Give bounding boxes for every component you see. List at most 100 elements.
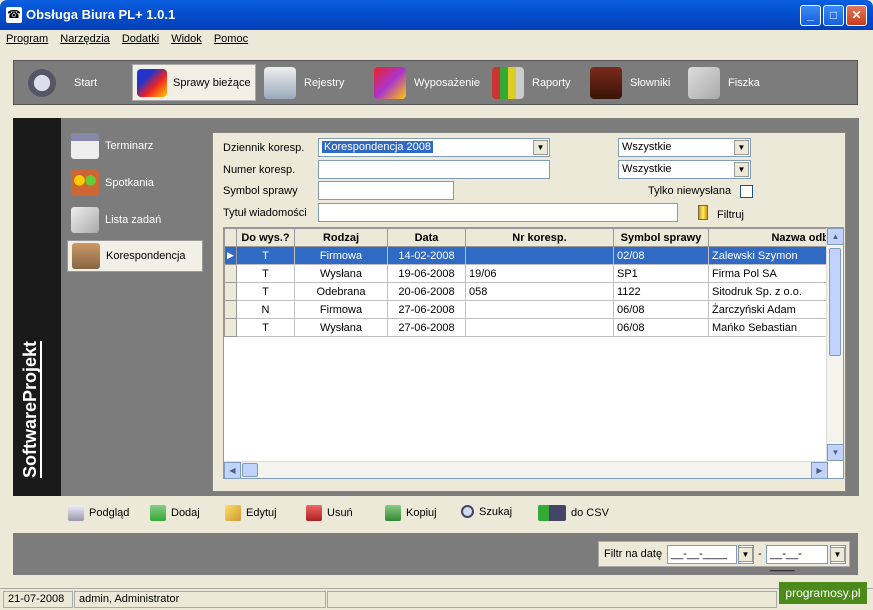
col-header-nr[interactable]: Nr koresp. <box>465 228 614 247</box>
filtruj-button[interactable]: Filtruj <box>717 209 744 221</box>
cell-data[interactable]: 27-06-2008 <box>387 318 466 337</box>
cell-do-wys[interactable]: T <box>236 264 295 283</box>
szukaj-button[interactable]: Szukaj <box>461 505 512 518</box>
tytul-input[interactable] <box>318 203 678 222</box>
nav-terminarz[interactable]: Terminarz <box>67 130 203 162</box>
filter1-select[interactable]: Wszystkie ▼ <box>618 138 751 157</box>
action-toolbar: Podgląd Dodaj Edytuj Usuń Kopiuj Szukaj … <box>61 500 661 528</box>
col-header-rodzaj[interactable]: Rodzaj <box>294 228 388 247</box>
scroll-down-icon[interactable]: ▼ <box>827 444 843 461</box>
col-header-do-wys[interactable]: Do wys.? <box>236 228 295 247</box>
col-header-data[interactable]: Data <box>387 228 466 247</box>
date-to-dropdown[interactable]: ▼ <box>830 545 846 564</box>
nav-spotkania[interactable]: Spotkania <box>67 167 203 199</box>
cell-symbol[interactable]: SP1 <box>613 264 709 283</box>
cell-symbol[interactable]: 1122 <box>613 282 709 301</box>
close-button[interactable]: ✕ <box>846 5 867 26</box>
chevron-down-icon[interactable]: ▼ <box>734 140 749 155</box>
cell-do-wys[interactable]: T <box>236 246 295 265</box>
cell-symbol[interactable]: 06/08 <box>613 300 709 319</box>
row-indicator[interactable] <box>224 318 237 337</box>
cell-nazwa[interactable]: Zalewski Szymon <box>708 246 839 265</box>
row-indicator[interactable] <box>224 264 237 283</box>
row-indicator[interactable] <box>224 282 237 301</box>
cell-nazwa[interactable]: Żarczyński Adam <box>708 300 839 319</box>
cell-nr[interactable]: 058 <box>465 282 614 301</box>
nav-lista-zadan[interactable]: Lista zadań <box>67 204 203 236</box>
menu-dodatki[interactable]: Dodatki <box>119 30 162 45</box>
cell-rodzaj[interactable]: Wysłana <box>294 318 388 337</box>
row-indicator[interactable]: ▶ <box>224 246 237 265</box>
cell-nazwa[interactable]: Sitodruk Sp. z o.o. <box>708 282 839 301</box>
chevron-down-icon[interactable]: ▼ <box>830 547 845 562</box>
cell-nr[interactable]: 19/06 <box>465 264 614 283</box>
cell-rodzaj[interactable]: Wysłana <box>294 264 388 283</box>
horizontal-scrollbar[interactable]: ◀ ▶ <box>224 461 828 478</box>
cell-nazwa[interactable]: Mańko Sebastian <box>708 318 839 337</box>
toolbar-start[interactable]: Start <box>28 64 97 101</box>
maximize-button[interactable]: □ <box>823 5 844 26</box>
date-from-input[interactable]: __-__-____ <box>667 545 737 564</box>
toolbar-fiszka[interactable]: Fiszka <box>688 64 760 101</box>
podglad-label: Podgląd <box>89 507 130 519</box>
table-row[interactable]: N Firmowa 27-06-2008 06/08 Żarczyński Adam <box>224 300 839 319</box>
chevron-down-icon[interactable]: ▼ <box>533 140 548 155</box>
table-row[interactable]: T Wysłana 19-06-2008 19/06 SP1 Firma Pol SA <box>224 264 839 283</box>
chevron-down-icon[interactable]: ▼ <box>738 547 753 562</box>
cell-do-wys[interactable]: N <box>236 300 295 319</box>
vertical-scroll-thumb[interactable] <box>829 248 841 356</box>
toolbar-rejestry[interactable]: Rejestry <box>264 64 344 101</box>
numer-input[interactable] <box>318 160 550 179</box>
cell-do-wys[interactable]: T <box>236 282 295 301</box>
scroll-right-icon[interactable]: ▶ <box>811 462 828 478</box>
menu-narzedzia[interactable]: Narzędzia <box>57 30 113 45</box>
filter2-select[interactable]: Wszystkie ▼ <box>618 160 751 179</box>
toolbar-slowniki[interactable]: Słowniki <box>590 64 670 101</box>
table-row[interactable]: T Odebrana 20-06-2008 058 1122 Sitodruk Sp. z… <box>224 282 839 301</box>
scroll-left-icon[interactable]: ◀ <box>224 462 241 478</box>
cell-nazwa[interactable]: Firma Pol SA <box>708 264 839 283</box>
col-header-symbol[interactable]: Symbol sprawy <box>613 228 709 247</box>
symbol-input[interactable] <box>318 181 454 200</box>
date-to-input[interactable]: __-__-____ <box>766 545 828 572</box>
dodaj-button[interactable]: Dodaj <box>150 505 200 521</box>
podglad-button[interactable]: Podgląd <box>68 505 129 521</box>
menu-program[interactable]: Program <box>3 30 51 45</box>
menu-pomoc[interactable]: Pomoc <box>211 30 251 45</box>
cell-rodzaj[interactable]: Firmowa <box>294 246 388 265</box>
toolbar-wyposazenie[interactable]: Wyposażenie <box>374 64 480 101</box>
nav-korespondencja[interactable]: Korespondencja <box>67 240 203 272</box>
cell-rodzaj[interactable]: Firmowa <box>294 300 388 319</box>
table-row[interactable]: ▶ T Firmowa 14-02-2008 02/08 Zalewski Szymon <box>224 246 839 265</box>
table-row[interactable]: T Wysłana 27-06-2008 06/08 Mańko Sebastian <box>224 318 839 337</box>
edytuj-button[interactable]: Edytuj <box>225 505 277 521</box>
cell-symbol[interactable]: 06/08 <box>613 318 709 337</box>
cell-rodzaj[interactable]: Odebrana <box>294 282 388 301</box>
cell-nr[interactable] <box>465 300 614 319</box>
filter-icon[interactable] <box>698 205 708 220</box>
horizontal-scroll-thumb[interactable] <box>242 463 258 477</box>
cell-symbol[interactable]: 02/08 <box>613 246 709 265</box>
usun-button[interactable]: Usuń <box>306 505 353 521</box>
cell-data[interactable]: 27-06-2008 <box>387 300 466 319</box>
cell-data[interactable]: 19-06-2008 <box>387 264 466 283</box>
toolbar-raporty[interactable]: Raporty <box>492 64 571 101</box>
dziennik-select[interactable]: Korespondencja 2008 ▼ <box>318 138 550 157</box>
vertical-scrollbar[interactable]: ▲ ▼ <box>826 228 843 461</box>
toolbar-sprawy[interactable]: Sprawy bieżące <box>132 64 256 101</box>
col-header-nazwa[interactable]: Nazwa odb./ <box>708 228 839 247</box>
chevron-down-icon[interactable]: ▼ <box>734 162 749 177</box>
csv-button[interactable]: do CSV <box>538 505 609 521</box>
kopiuj-button[interactable]: Kopiuj <box>385 505 437 521</box>
cell-nr[interactable] <box>465 246 614 265</box>
minimize-button[interactable]: _ <box>800 5 821 26</box>
date-from-dropdown[interactable]: ▼ <box>738 545 754 564</box>
cell-data[interactable]: 20-06-2008 <box>387 282 466 301</box>
tylko-checkbox[interactable] <box>740 185 753 198</box>
scroll-up-icon[interactable]: ▲ <box>827 228 843 245</box>
cell-nr[interactable] <box>465 318 614 337</box>
row-indicator[interactable] <box>224 300 237 319</box>
cell-data[interactable]: 14-02-2008 <box>387 246 466 265</box>
menu-widok[interactable]: Widok <box>168 30 205 45</box>
cell-do-wys[interactable]: T <box>236 318 295 337</box>
